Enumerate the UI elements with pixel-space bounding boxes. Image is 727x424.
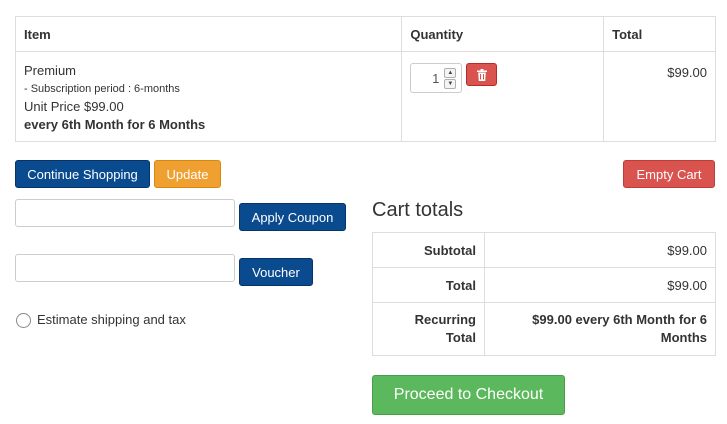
cart-table: Item Quantity Total Premium - Subscripti… [14, 16, 716, 142]
recurring-label-line1: Recurring [414, 312, 476, 327]
item-unit-price: Unit Price $99.00 [24, 99, 124, 114]
recurring-total-label: Recurring Total [372, 302, 485, 356]
total-value: $99.00 [484, 267, 716, 303]
header-item: Item [14, 16, 403, 52]
estimate-shipping-label[interactable]: Estimate shipping and tax [37, 312, 186, 327]
recurring-value-line1: $99.00 every 6th Month for 6 [532, 312, 707, 327]
coupon-input[interactable] [15, 199, 235, 227]
recurring-total-value: $99.00 every 6th Month for 6 Months [484, 302, 716, 356]
voucher-input[interactable] [15, 254, 235, 282]
item-recurrence: every 6th Month for 6 Months [24, 117, 206, 132]
total-row: Total $99.00 [372, 267, 716, 303]
continue-shopping-button[interactable]: Continue Shopping [15, 160, 150, 188]
voucher-button[interactable]: Voucher [239, 258, 313, 286]
item-name: Premium [24, 63, 77, 78]
proceed-to-checkout-button[interactable]: Proceed to Checkout [372, 375, 565, 415]
estimate-shipping-radio[interactable] [16, 313, 31, 328]
delete-item-button[interactable] [466, 63, 498, 86]
update-button[interactable]: Update [154, 160, 221, 188]
header-quantity: Quantity [401, 16, 605, 52]
quantity-stepper[interactable]: 1 ▲ ▼ [410, 63, 463, 93]
subtotal-row: Subtotal $99.00 [372, 232, 716, 268]
cart-totals-title: Cart totals [372, 199, 464, 221]
quantity-cell: 1 ▲ ▼ [401, 51, 605, 142]
totals-table: Subtotal $99.00 Total $99.00 Recurring To… [372, 232, 716, 356]
cart-header-row: Item Quantity Total [14, 16, 716, 52]
recurring-label-line2: Total [445, 330, 476, 345]
apply-coupon-button[interactable]: Apply Coupon [239, 203, 346, 231]
item-total-cell: $99.00 [603, 51, 716, 142]
caret-up-icon[interactable]: ▲ [444, 68, 457, 78]
quantity-value: 1 [432, 71, 440, 86]
trash-icon [476, 68, 487, 81]
table-row: Premium - Subscription period : 6-months… [14, 51, 716, 142]
recurring-total-row: Recurring Total $99.00 every 6th Month fo… [372, 302, 716, 356]
item-subscription: - Subscription period : 6-months [24, 83, 180, 95]
caret-down-icon[interactable]: ▼ [444, 79, 457, 89]
subtotal-label: Subtotal [372, 232, 485, 268]
recurring-value-line2: Months [660, 330, 707, 345]
empty-cart-button[interactable]: Empty Cart [623, 160, 715, 188]
total-label: Total [372, 267, 485, 303]
item-total: $99.00 [667, 65, 707, 80]
item-cell: Premium - Subscription period : 6-months… [14, 51, 403, 142]
subtotal-value: $99.00 [484, 232, 716, 268]
header-total: Total [603, 16, 716, 52]
